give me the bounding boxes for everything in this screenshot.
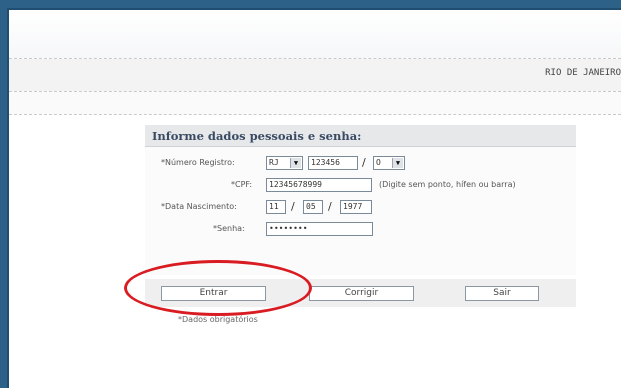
- separator: /: [362, 156, 366, 169]
- birth-year-value: 1977: [343, 202, 363, 211]
- reset-button[interactable]: Corrigir: [309, 286, 414, 301]
- login-form: *Número Registro: RJ ▼ 123456 / O ▼ *CPF…: [145, 147, 576, 275]
- senha-row: *Senha: ••••••••: [145, 222, 576, 238]
- nascimento-row: *Data Nascimento: 11 / 05 / 1977: [145, 200, 576, 216]
- digito-select[interactable]: O ▼: [373, 156, 405, 170]
- birth-day-value: 11: [269, 202, 279, 211]
- birth-day-input[interactable]: 11: [266, 200, 286, 214]
- uf-select[interactable]: RJ ▼: [266, 156, 303, 170]
- location-bar: [9, 59, 621, 91]
- top-banner: [9, 10, 621, 58]
- digito-value: O: [376, 158, 381, 167]
- chevron-down-icon: ▼: [290, 158, 301, 168]
- registro-number-input[interactable]: 123456: [308, 156, 358, 170]
- panel-title: Informe dados pessoais e senha:: [152, 129, 362, 143]
- location-label: RIO DE JANEIRO: [545, 68, 621, 78]
- password-value: ••••••••: [269, 224, 308, 233]
- panel-header: Informe dados pessoais e senha:: [145, 125, 576, 147]
- birth-year-input[interactable]: 1977: [340, 200, 372, 214]
- cpf-label: *CPF:: [231, 180, 253, 189]
- registro-row: *Número Registro: RJ ▼ 123456 / O ▼: [145, 156, 576, 172]
- cpf-row: *CPF: 12345678999 (Digite sem ponto, híf…: [145, 178, 576, 194]
- password-input[interactable]: ••••••••: [266, 222, 373, 236]
- registro-number-value: 123456: [311, 158, 340, 167]
- separator: /: [328, 200, 332, 213]
- cpf-value: 12345678999: [269, 180, 322, 189]
- uf-value: RJ: [269, 158, 279, 167]
- chevron-down-icon: ▼: [392, 158, 403, 168]
- cpf-hint: (Digite sem ponto, hífen ou barra): [379, 180, 516, 189]
- highlight-circle: [124, 260, 312, 316]
- birth-month-value: 05: [306, 202, 316, 211]
- separator: /: [291, 200, 295, 213]
- nascimento-label: *Data Nascimento:: [161, 202, 237, 211]
- exit-button[interactable]: Sair: [465, 286, 539, 301]
- required-note: *Dados obrigatórios: [178, 315, 258, 324]
- registro-label: *Número Registro:: [161, 158, 235, 167]
- divider: [9, 114, 621, 115]
- senha-label: *Senha:: [213, 224, 245, 233]
- birth-month-input[interactable]: 05: [303, 200, 323, 214]
- cpf-input[interactable]: 12345678999: [266, 178, 372, 192]
- browser-window: RIO DE JANEIRO Informe dados pessoais e …: [7, 8, 621, 388]
- content-top-band: [9, 92, 621, 114]
